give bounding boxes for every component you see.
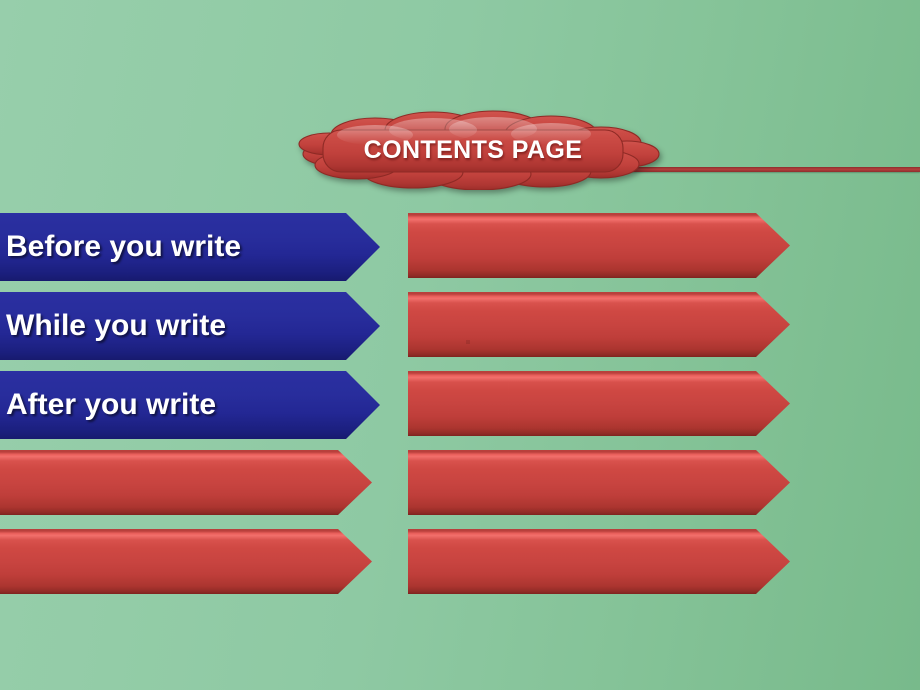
left-banner-after-you-write[interactable]: After you write bbox=[0, 371, 380, 439]
banner-shape bbox=[408, 292, 790, 357]
presentation-slide: CONTENTS PAGE Before you write While you… bbox=[0, 0, 920, 690]
banner-shape bbox=[0, 529, 372, 594]
banner-shape bbox=[408, 529, 790, 594]
right-banner-placeholder-3[interactable] bbox=[408, 371, 790, 436]
banner-shape bbox=[408, 213, 790, 278]
left-banner-placeholder-4[interactable] bbox=[0, 450, 372, 515]
left-banner-before-you-write[interactable]: Before you write bbox=[0, 213, 380, 281]
cloud-shape-icon bbox=[298, 110, 660, 190]
right-banner-placeholder-4[interactable] bbox=[408, 450, 790, 515]
right-banner-placeholder-5[interactable] bbox=[408, 529, 790, 594]
banner-shape bbox=[408, 371, 790, 436]
left-banner-placeholder-5[interactable] bbox=[0, 529, 372, 594]
title-cloud-callout[interactable]: CONTENTS PAGE bbox=[283, 110, 663, 190]
left-banner-label: While you write bbox=[6, 309, 227, 342]
left-banner-label: Before you write bbox=[6, 230, 242, 263]
left-banner-label: After you write bbox=[6, 388, 217, 421]
banner-shape bbox=[408, 450, 790, 515]
banner-artifact-speck bbox=[466, 340, 470, 344]
left-banner-while-you-write[interactable]: While you write bbox=[0, 292, 380, 360]
banner-shape bbox=[0, 450, 372, 515]
right-banner-placeholder-2[interactable] bbox=[408, 292, 790, 357]
right-banner-placeholder-1[interactable] bbox=[408, 213, 790, 278]
